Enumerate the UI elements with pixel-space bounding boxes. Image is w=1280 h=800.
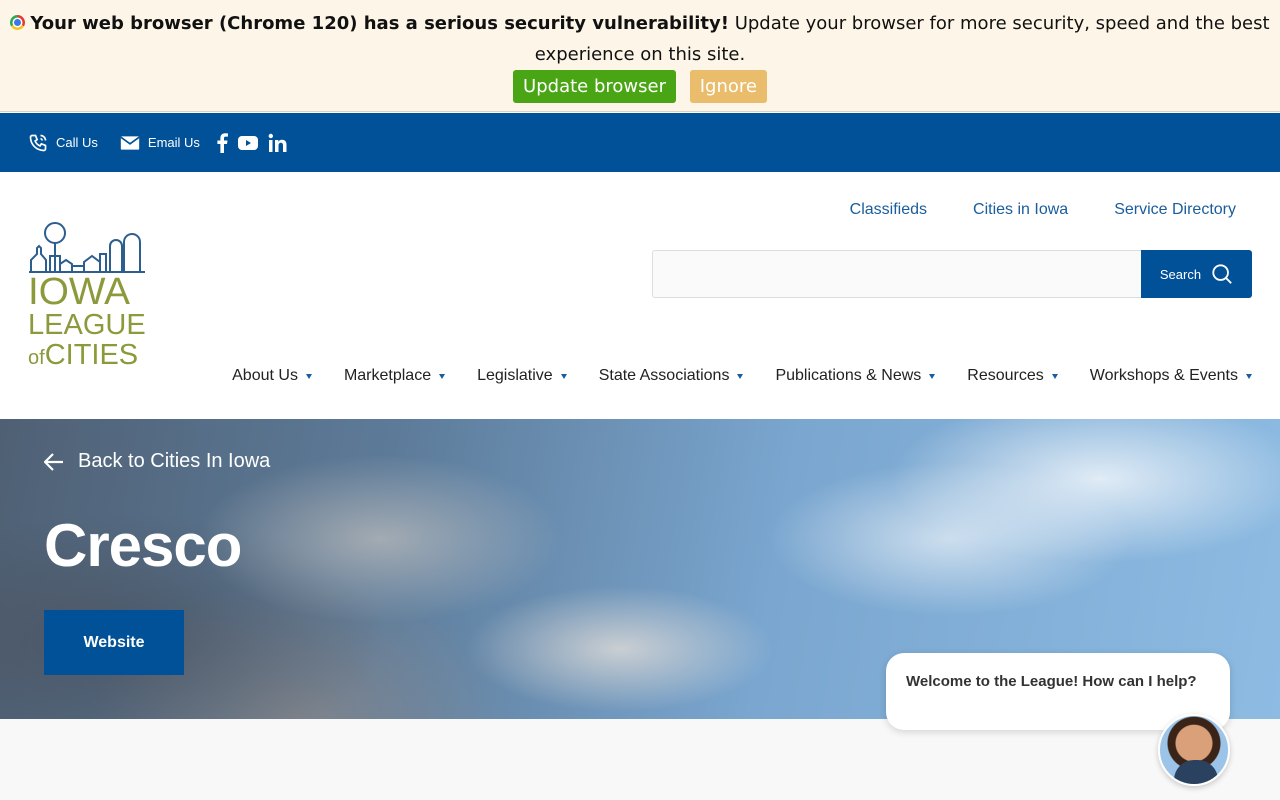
nav-publications-news[interactable]: Publications & News bbox=[775, 367, 936, 385]
nav-label: Resources bbox=[967, 367, 1044, 384]
caret-down-icon bbox=[1246, 373, 1252, 379]
service-directory-link[interactable]: Service Directory bbox=[1114, 201, 1236, 219]
iowa-league-logo[interactable]: IOWA LEAGUE ofCITIES bbox=[28, 222, 148, 370]
banner-message: Your web browser (Chrome 120) has a seri… bbox=[0, 8, 1280, 70]
caret-down-icon bbox=[560, 373, 567, 379]
logo-cities: CITIES bbox=[44, 339, 139, 371]
logo-line-iowa: IOWA bbox=[28, 271, 130, 313]
youtube-icon[interactable] bbox=[237, 135, 258, 151]
arrow-left-icon bbox=[44, 452, 63, 471]
caret-down-icon bbox=[737, 373, 744, 379]
nav-label: Publications & News bbox=[775, 367, 922, 384]
nav-state-associations[interactable]: State Associations bbox=[599, 367, 744, 385]
site-header: IOWA LEAGUE ofCITIES Classifieds Cities … bbox=[0, 172, 1280, 419]
caret-down-icon bbox=[929, 373, 936, 379]
email-us-label: Email Us bbox=[147, 135, 200, 150]
nav-label: Legislative bbox=[477, 367, 553, 384]
ignore-button[interactable]: Ignore bbox=[689, 70, 767, 103]
utility-links: Classifieds Cities in Iowa Service Direc… bbox=[850, 201, 1236, 219]
social-links bbox=[216, 132, 288, 153]
classifieds-link[interactable]: Classifieds bbox=[850, 201, 927, 219]
banner-buttons: Update browser Ignore bbox=[0, 70, 1280, 103]
cities-in-iowa-link[interactable]: Cities in Iowa bbox=[973, 201, 1068, 219]
linkedin-icon[interactable] bbox=[268, 133, 288, 153]
phone-icon bbox=[29, 134, 47, 151]
main-navigation: About Us Marketplace Legislative State A… bbox=[232, 367, 1252, 385]
nav-label: Workshops & Events bbox=[1089, 367, 1238, 384]
nav-label: State Associations bbox=[598, 367, 730, 384]
utility-bar: Call Us Email Us bbox=[0, 113, 1280, 172]
chrome-icon bbox=[10, 15, 26, 30]
call-us-label: Call Us bbox=[56, 135, 98, 150]
website-button[interactable]: Website bbox=[44, 610, 184, 675]
call-us-link[interactable]: Call Us bbox=[28, 133, 98, 153]
nav-workshops-events[interactable]: Workshops & Events bbox=[1090, 367, 1252, 385]
logo-of: of bbox=[28, 347, 45, 369]
page-title: Cresco bbox=[44, 512, 242, 579]
back-to-cities-link[interactable]: Back to Cities In Iowa bbox=[44, 450, 270, 473]
update-browser-button[interactable]: Update browser bbox=[513, 70, 676, 103]
nav-about-us[interactable]: About Us bbox=[232, 367, 312, 385]
browser-update-banner: Your web browser (Chrome 120) has a seri… bbox=[0, 0, 1280, 112]
search-button-label: Search bbox=[1159, 266, 1202, 282]
nav-resources[interactable]: Resources bbox=[967, 367, 1058, 385]
nav-legislative[interactable]: Legislative bbox=[477, 367, 567, 385]
logo-line-cities: ofCITIES bbox=[28, 340, 148, 373]
skyline-icon bbox=[29, 222, 145, 273]
banner-warning-bold: Your web browser (Chrome 120) has a seri… bbox=[30, 13, 729, 34]
chat-assistant-avatar[interactable] bbox=[1158, 714, 1230, 786]
mail-icon bbox=[120, 135, 140, 150]
nav-marketplace[interactable]: Marketplace bbox=[343, 367, 446, 385]
search-form: Search bbox=[652, 250, 1252, 298]
avatar-body bbox=[1174, 760, 1218, 784]
nav-label: About Us bbox=[232, 367, 298, 384]
caret-down-icon bbox=[1051, 373, 1058, 379]
nav-label: Marketplace bbox=[343, 367, 432, 384]
email-us-link[interactable]: Email Us bbox=[120, 135, 200, 151]
caret-down-icon bbox=[305, 373, 312, 379]
back-link-label: Back to Cities In Iowa bbox=[78, 450, 271, 472]
search-button[interactable]: Search bbox=[1141, 250, 1252, 298]
caret-down-icon bbox=[439, 373, 446, 379]
logo-line-league: LEAGUE bbox=[28, 309, 146, 341]
search-icon bbox=[1212, 264, 1232, 284]
facebook-icon[interactable] bbox=[216, 132, 228, 153]
search-input[interactable] bbox=[652, 250, 1141, 298]
